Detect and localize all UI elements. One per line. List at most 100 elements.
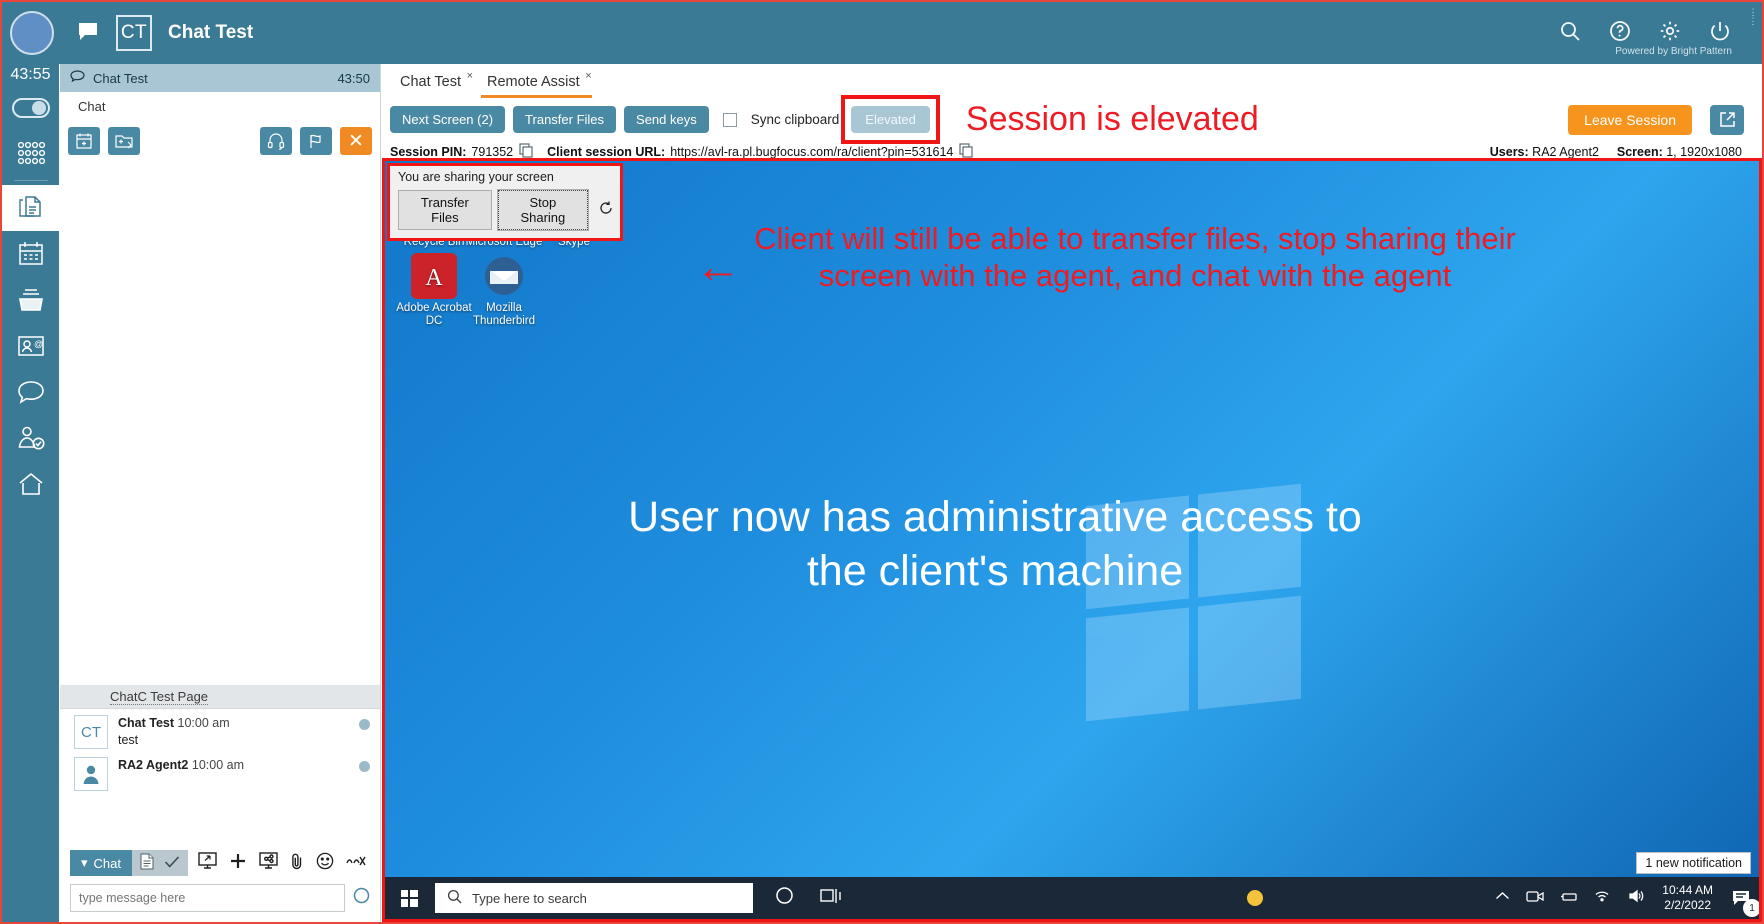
screen-share-icon[interactable]	[198, 852, 217, 874]
usb-icon[interactable]	[1560, 889, 1578, 908]
message-input[interactable]	[70, 884, 345, 912]
list-item: RA2 Agent2 10:00 am	[60, 751, 380, 793]
sync-clipboard-checkbox[interactable]	[722, 112, 737, 127]
composer-mode-group: ▾ Chat	[70, 850, 188, 876]
sidebar-item-home[interactable]	[2, 461, 59, 507]
rail-divider	[13, 180, 48, 181]
tab-chat-test[interactable]: Chat Test ×	[390, 70, 477, 96]
remote-assist-toolbar: Next Screen (2) Transfer Files Send keys…	[382, 95, 1762, 144]
sidebar-item-calendar[interactable]	[2, 231, 59, 277]
taskbar-clock[interactable]: 10:44 AM 2/2/2022	[1662, 883, 1713, 913]
svg-text:A: A	[425, 265, 443, 291]
task-view-icon[interactable]	[820, 887, 842, 910]
end-chat-button[interactable]: ✕	[340, 127, 372, 155]
desktop-icon-mozilla-thunderbird[interactable]: Mozilla Thunderbird	[461, 253, 547, 328]
sidebar-item-apps[interactable]	[2, 130, 59, 176]
mute-icon[interactable]	[346, 854, 366, 873]
annotation-client-capabilities: Client will still be able to transfer fi…	[754, 221, 1516, 293]
chat-bubble-icon	[76, 21, 100, 45]
help-icon[interactable]	[1608, 19, 1632, 47]
consult-button[interactable]	[260, 127, 292, 155]
svg-text:@: @	[34, 339, 43, 349]
check-icon[interactable]	[164, 855, 180, 872]
system-tray: 10:44 AM 2/2/2022 1	[1247, 883, 1759, 917]
composer-mode-label: Chat	[93, 855, 121, 871]
acrobat-icon: A	[411, 253, 457, 299]
cortana-circle-icon[interactable]	[775, 886, 794, 910]
avatar: CT	[74, 715, 108, 749]
elevated-wrapper: Elevated	[841, 95, 940, 144]
sidebar-item-cases[interactable]	[2, 185, 59, 231]
wifi-icon[interactable]	[1594, 889, 1612, 908]
client-url-value: https://avl-ra.pl.bugfocus.com/ra/client…	[670, 145, 954, 159]
list-item: CT Chat Test 10:00 am test	[60, 709, 380, 751]
transfer-files-button[interactable]: Transfer Files	[513, 106, 617, 133]
annotation-admin-access: User now has administrative access to th…	[628, 493, 1362, 595]
popout-icon[interactable]	[1710, 104, 1744, 135]
windows-start-icon[interactable]	[385, 877, 433, 919]
message-text: test	[118, 732, 139, 747]
screen-value: 1, 1920x1080	[1666, 145, 1742, 159]
window-menu-dots[interactable]: ⋮ ⋮	[1748, 8, 1758, 26]
close-icon[interactable]: ×	[467, 70, 473, 82]
plus-icon[interactable]	[229, 852, 247, 875]
flag-button[interactable]	[300, 127, 332, 155]
camera-icon[interactable]	[1526, 889, 1544, 908]
home-icon	[17, 471, 45, 497]
message-body: RA2 Agent2 10:00 am	[118, 757, 244, 791]
next-screen-button[interactable]: Next Screen (2)	[390, 106, 506, 133]
users-label: Users:	[1489, 145, 1529, 159]
message-status-dot	[359, 761, 370, 772]
availability-toggle[interactable]	[11, 98, 50, 118]
powered-by-label: Powered by Bright Pattern	[1615, 46, 1732, 57]
sidebar-item-contacts[interactable]: @	[2, 323, 59, 369]
person-icon	[83, 765, 99, 784]
screen-info: Screen: 1, 1920x1080	[1617, 145, 1742, 159]
screen-sharing-notification-bar: You are sharing your screen Transfer Fil…	[387, 163, 623, 241]
tab-label: Remote Assist	[487, 74, 580, 90]
chevron-up-icon[interactable]	[1495, 889, 1510, 907]
sidebar-item-agent-status[interactable]	[2, 415, 59, 461]
agent-check-icon	[16, 424, 46, 452]
user-avatar[interactable]	[10, 11, 54, 55]
notification-center-icon[interactable]: 1	[1729, 885, 1759, 917]
new-case-button[interactable]	[108, 127, 140, 155]
client-transfer-files-button[interactable]: Transfer Files	[398, 190, 492, 230]
attachment-icon[interactable]	[290, 852, 304, 875]
tray-accent-dot	[1247, 890, 1264, 906]
document-icon[interactable]	[140, 853, 154, 873]
sharing-status-text: You are sharing your screen	[398, 170, 554, 184]
schedule-button[interactable]	[68, 127, 100, 155]
leave-session-button[interactable]: Leave Session	[1568, 104, 1692, 135]
elevated-button[interactable]: Elevated	[851, 106, 930, 133]
apps-grid-icon	[16, 141, 46, 165]
power-icon[interactable]	[1708, 19, 1732, 47]
page-title: Chat Test	[168, 22, 254, 43]
share-screen-icon[interactable]	[259, 852, 278, 874]
mic-icon[interactable]	[353, 887, 370, 909]
remote-screen-viewport[interactable]: Recycle Bin Microsoft Edge S Skype A Ado…	[382, 158, 1762, 922]
contact-initials-badge: CT	[116, 15, 152, 51]
client-stop-sharing-button[interactable]: Stop Sharing	[496, 189, 590, 231]
emoji-icon[interactable]	[316, 852, 334, 875]
send-keys-button[interactable]: Send keys	[624, 106, 709, 133]
client-url-label: Client session URL:	[547, 145, 666, 159]
chat-panel-title: Chat Test	[93, 70, 148, 86]
composer-mode-button[interactable]: ▾ Chat	[70, 850, 132, 876]
volume-icon[interactable]	[1628, 889, 1646, 908]
chat-panel-header[interactable]: Chat Test 43:50	[60, 64, 380, 92]
clock-date: 2/2/2022	[1664, 898, 1711, 912]
users-value: RA2 Agent2	[1532, 145, 1599, 159]
gear-icon[interactable]	[1658, 19, 1682, 47]
session-pin-value: 791352	[471, 145, 514, 159]
sidebar-item-chat[interactable]	[2, 369, 59, 415]
tab-remote-assist[interactable]: Remote Assist ×	[477, 70, 596, 98]
message-time: 10:00 am	[177, 716, 230, 730]
close-icon[interactable]: ×	[585, 70, 591, 82]
taskbar-search-box[interactable]: Type here to search	[435, 883, 753, 913]
chat-transcript: ChatC Test Page CT Chat Test 10:00 am te…	[60, 162, 380, 844]
sidebar-item-inbox[interactable]	[2, 277, 59, 323]
search-icon[interactable]	[1558, 19, 1582, 47]
chat-panel-timer: 43:50	[337, 70, 370, 86]
loop-icon[interactable]	[598, 200, 614, 220]
